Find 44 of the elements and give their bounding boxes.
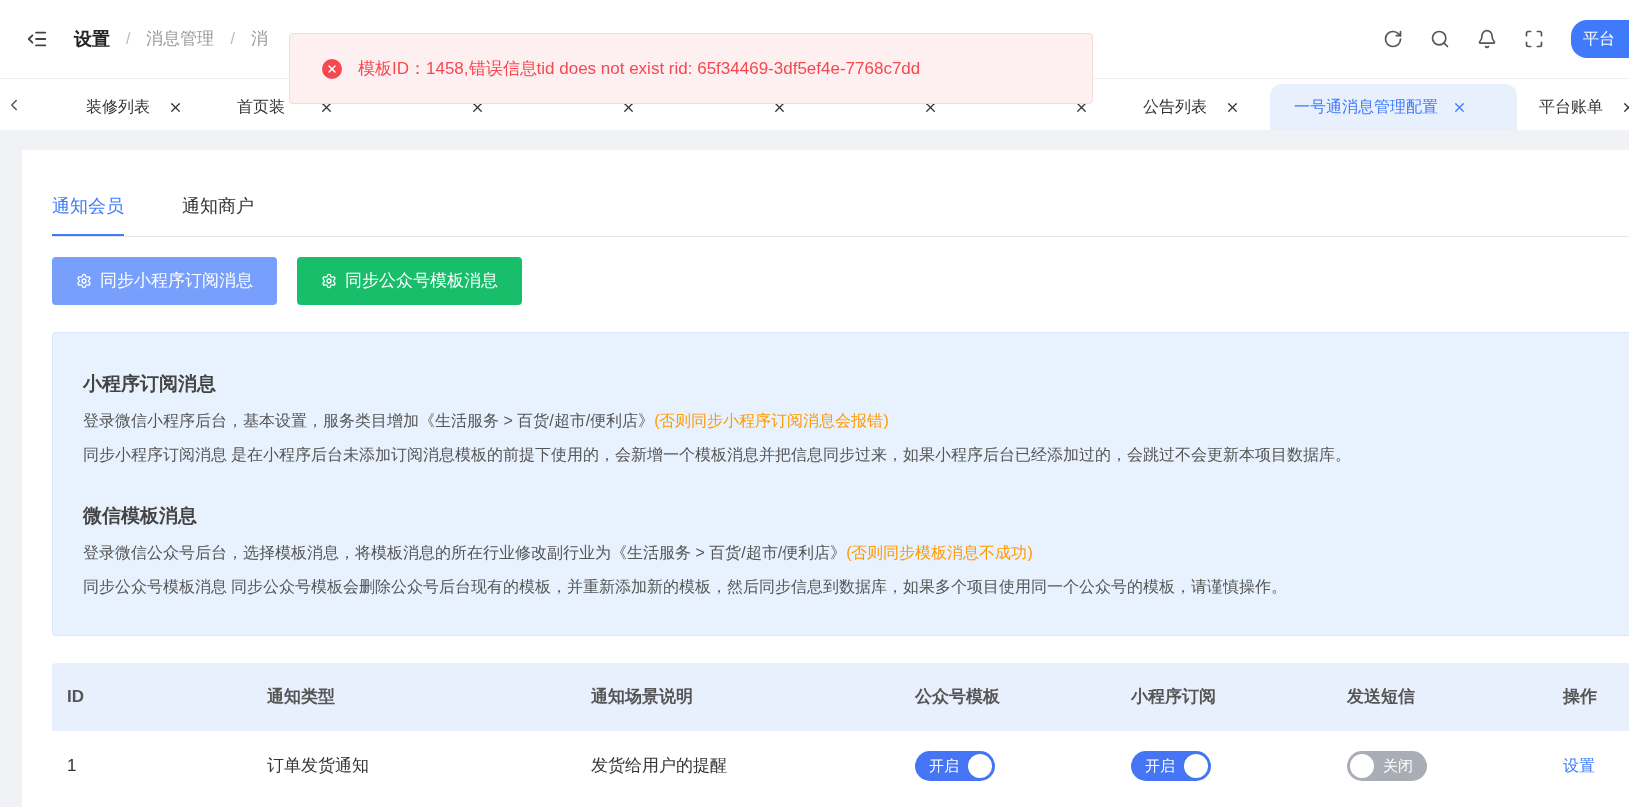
search-icon[interactable] [1430,29,1450,49]
info-text: 同步小程序订阅消息 是在小程序后台未添加订阅消息模板的前提下使用的，会新增一个模板消息并把信息同步过来，如果小程序后台已经添加过的，会跳过不会更新本项目数据库。 [83,445,1352,465]
refresh-icon[interactable] [1383,29,1403,49]
bell-icon[interactable] [1477,29,1497,49]
column-header: 公众号模板 [915,686,1001,709]
sub-tab[interactable]: 通知商户 [182,193,254,236]
toggle-switch[interactable]: 开启 [915,751,995,781]
section-title: 小程序订阅消息 [83,372,217,396]
gear-icon [76,273,92,289]
page-tab[interactable]: 一号通消息管理配置 [1270,84,1517,130]
breadcrumb-item[interactable]: 消息管理 [146,26,215,52]
info-text: 同步公众号模板消息 同步公众号模板会删除公众号后台现有的模板，并重新添加新的模板，然后同步信息到数据库，如果多个项目使用同一个公众号的模板，请谨慎操作。 [83,577,1288,597]
column-header: 小程序订阅 [1131,686,1217,709]
table-cell-text: 1 [67,755,78,778]
sub-tab[interactable]: 通知会员 [52,193,124,236]
info-text: 登录微信公众号后台，选择模板消息，将模板消息的所在行业修改副行业为《生活服务 > 百货/超市/便利店》 [83,543,847,563]
breadcrumb-separator: / [126,29,131,49]
column-header: 通知场景说明 [591,686,694,709]
section-title: 微信模板消息 [83,504,198,528]
breadcrumb-separator: / [230,29,235,49]
page-title: 设置 [74,27,110,51]
toggle-switch[interactable]: 关闭 [1347,751,1427,781]
breadcrumb-item[interactable]: 消 [250,26,268,52]
error-icon [322,58,342,79]
column-header: 发送短信 [1347,686,1416,709]
table-cell-text: 订单发货通知 [267,755,370,778]
column-header: ID [67,686,85,709]
fullscreen-icon[interactable] [1524,29,1544,49]
page-tab[interactable]: 装修列表 [86,84,210,130]
gear-icon [321,273,337,289]
column-header: 操作 [1563,686,1598,709]
warning-note: (否则同步模板消息不成功) [846,543,1033,563]
settings-link[interactable]: 设置 [1563,754,1595,778]
info-text: 登录微信小程序后台，基本设置，服务类目增加《生活服务 > 百货/超市/便利店》 [83,411,655,431]
column-header: 通知类型 [267,686,336,709]
page-tab[interactable]: 平台账单 [1539,84,1629,130]
toast-message: 模板ID：1458,错误信息tid does not exist rid: 65f34469-3df5ef4e-7768c7dd [358,57,921,80]
table-cell-text: 发货给用户的提醒 [591,755,728,778]
page-tab[interactable]: 公告列表 [1143,84,1267,130]
warning-note: (否则同步小程序订阅消息会报错) [654,411,889,431]
sync-button[interactable]: 同步公众号模板消息 [297,257,522,305]
platform-button[interactable]: 平台 [1571,20,1629,58]
sync-button[interactable]: 同步小程序订阅消息 [52,257,277,305]
toggle-switch[interactable]: 开启 [1131,751,1211,781]
